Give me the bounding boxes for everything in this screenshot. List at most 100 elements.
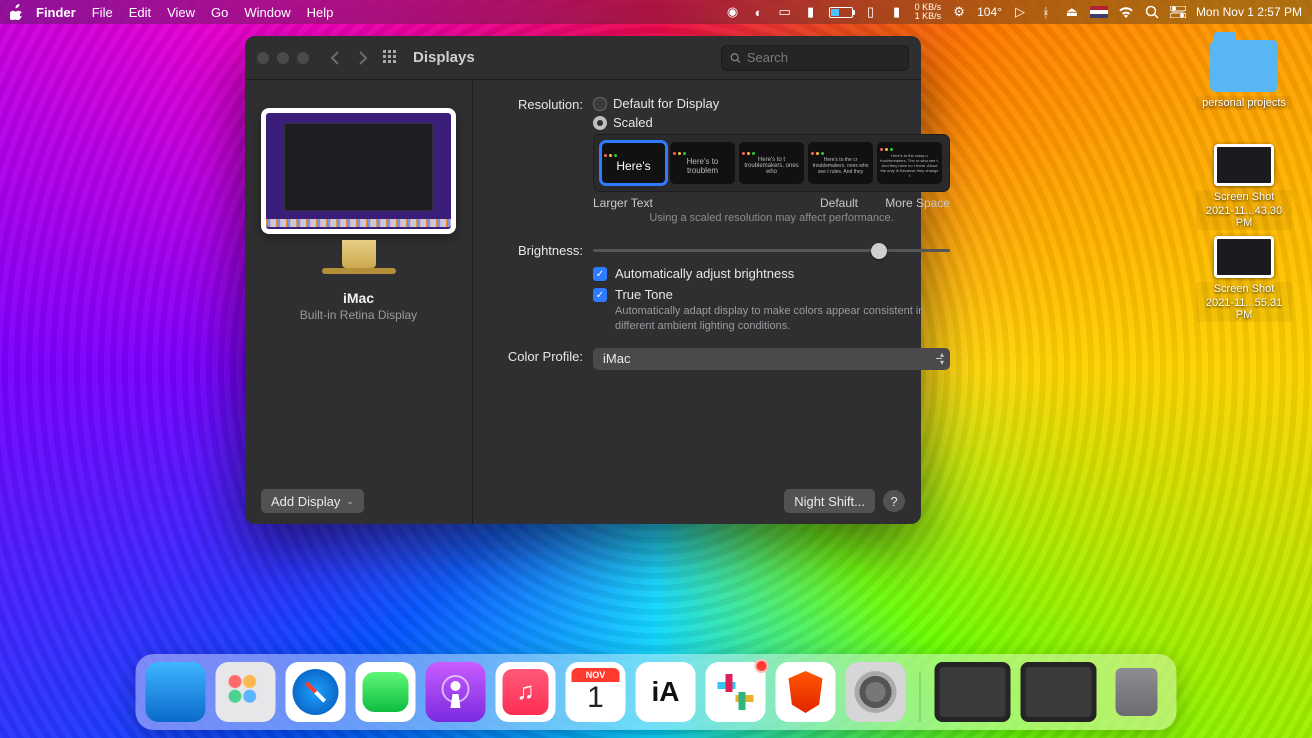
app-status-icon[interactable]: ◐	[751, 4, 767, 20]
menu-edit[interactable]: Edit	[129, 5, 151, 20]
system-preferences-window: Displays iMac Built-in Retina Display Re…	[245, 36, 921, 524]
dock-minimized-window-1[interactable]	[935, 662, 1011, 722]
apple-menu-icon[interactable]	[10, 4, 24, 20]
radio-label: Scaled	[613, 115, 653, 130]
select-value: iMac	[603, 351, 630, 366]
resolution-center-label: Default	[804, 196, 874, 210]
desktop-file-label: Screen Shot	[1196, 282, 1292, 296]
auto-brightness-checkbox[interactable]: ✓ Automatically adjust brightness	[593, 266, 950, 281]
color-profile-label: Color Profile:	[473, 348, 593, 364]
color-profile-select[interactable]: iMac ▴▾	[593, 348, 950, 370]
forward-button[interactable]	[351, 46, 375, 70]
device-subtitle: Built-in Retina Display	[300, 308, 417, 322]
menu-status-area: ◉ ◐ ▭ ▮ ▯ ▮ 0 KB/s 1 KB/s ⚙ 104° ▷ ᚼ ⏏ M…	[725, 3, 1302, 21]
resolution-scaled-radio[interactable]: Scaled	[593, 115, 950, 130]
calendar-month: NOV	[572, 668, 620, 682]
true-tone-description: Automatically adapt display to make colo…	[615, 304, 950, 334]
spotlight-icon[interactable]	[1144, 4, 1160, 20]
resolution-option-4[interactable]: Here's to the cr troublemakers. ones who…	[808, 142, 873, 184]
dock-launchpad[interactable]	[216, 662, 276, 722]
dock-messages[interactable]	[356, 662, 416, 722]
notification-badge-icon	[755, 659, 769, 673]
dock-podcasts[interactable]	[426, 662, 486, 722]
dock-separator	[920, 672, 921, 722]
window-traffic-lights	[257, 52, 309, 64]
creative-cloud-icon[interactable]: ◉	[725, 4, 741, 20]
show-all-button[interactable]	[379, 46, 403, 70]
resolution-default-radio[interactable]: Default for Display	[593, 96, 950, 111]
brightness-slider[interactable]	[593, 242, 950, 258]
dock-safari[interactable]	[286, 662, 346, 722]
fan-speed-icon[interactable]: ⚙	[951, 4, 967, 20]
disk-meter-icon[interactable]: ▯	[863, 4, 879, 20]
night-shift-button[interactable]: Night Shift...	[784, 489, 875, 513]
chevron-down-icon: ⌄	[346, 496, 354, 507]
checkbox-label: True Tone	[615, 287, 673, 302]
display-preview-pane: iMac Built-in Retina Display	[245, 80, 473, 524]
menu-clock[interactable]: Mon Nov 1 2:57 PM	[1196, 5, 1302, 19]
resolution-label: Resolution:	[473, 96, 593, 112]
menu-go[interactable]: Go	[211, 5, 228, 20]
now-playing-icon[interactable]: ▷	[1012, 4, 1028, 20]
search-icon	[730, 52, 741, 64]
screenshot-thumbnail-icon	[1214, 144, 1274, 186]
help-button[interactable]: ?	[883, 490, 905, 512]
close-button[interactable]	[257, 52, 269, 64]
control-center-icon[interactable]	[1170, 4, 1186, 20]
resolution-option-1[interactable]: Here's	[601, 142, 666, 184]
cpu-meter-icon[interactable]: ▮	[803, 4, 819, 20]
menu-help[interactable]: Help	[307, 5, 334, 20]
add-display-button[interactable]: Add Display ⌄	[261, 489, 364, 513]
desktop-folder-personal-projects[interactable]: personal projects	[1196, 40, 1292, 110]
folder-icon	[1210, 40, 1278, 92]
dock-system-preferences[interactable]	[846, 662, 906, 722]
dock-slack[interactable]	[706, 662, 766, 722]
menu-view[interactable]: View	[167, 5, 195, 20]
dock-minimized-window-2[interactable]	[1021, 662, 1097, 722]
dock-trash[interactable]	[1107, 662, 1167, 722]
window-footer: Add Display ⌄ Night Shift... ?	[245, 478, 921, 524]
menu-file[interactable]: File	[92, 5, 113, 20]
desktop-file-label: 2021-11...43.30 PM	[1196, 204, 1292, 230]
memory-meter-icon[interactable]: ▮	[889, 4, 905, 20]
screenshot-thumbnail-icon	[1214, 236, 1274, 278]
resolution-warning: Using a scaled resolution may affect per…	[593, 212, 950, 224]
radio-label: Default for Display	[613, 96, 719, 111]
resolution-option-3[interactable]: Here's to t troublemakers. ones who	[739, 142, 804, 184]
search-field[interactable]	[721, 45, 909, 71]
dock-brave[interactable]	[776, 662, 836, 722]
true-tone-checkbox[interactable]: ✓ True Tone Automatically adapt display …	[593, 287, 950, 334]
desktop-file-label: 2021-11...55.31 PM	[1196, 296, 1292, 322]
zoom-button[interactable]	[297, 52, 309, 64]
resolution-grid: Here's Here's to troublem Here's to t tr…	[593, 134, 950, 192]
search-input[interactable]	[747, 50, 900, 65]
resolution-right-label: More Space	[874, 196, 950, 210]
resolution-option-2[interactable]: Here's to troublem	[670, 142, 735, 184]
resolution-left-label: Larger Text	[593, 196, 667, 210]
minimize-button[interactable]	[277, 52, 289, 64]
dock-ia-writer[interactable]: iA	[636, 662, 696, 722]
desktop-screenshot-2[interactable]: Screen Shot 2021-11...55.31 PM	[1196, 236, 1292, 322]
device-name: iMac	[343, 290, 374, 306]
input-flag-icon[interactable]	[1090, 6, 1108, 18]
temperature-readout[interactable]: 104°	[977, 5, 1002, 19]
back-button[interactable]	[323, 46, 347, 70]
dock-finder[interactable]	[146, 662, 206, 722]
menu-window[interactable]: Window	[244, 5, 290, 20]
menu-app-name[interactable]: Finder	[36, 5, 76, 20]
window-titlebar[interactable]: Displays	[245, 36, 921, 80]
display-settings-pane: Resolution: Default for Display Scaled H…	[473, 80, 972, 524]
resolution-option-5[interactable]: Here's to the crazy o troublemakers. The…	[877, 142, 942, 184]
dock-calendar[interactable]: NOV 1	[566, 662, 626, 722]
eject-icon[interactable]: ⏏	[1064, 4, 1080, 20]
dock-music[interactable]	[496, 662, 556, 722]
chevron-updown-icon: ▴▾	[940, 351, 944, 367]
desktop-folder-label: personal projects	[1196, 96, 1292, 110]
network-speed[interactable]: 0 KB/s 1 KB/s	[915, 3, 942, 21]
wifi-icon[interactable]	[1118, 4, 1134, 20]
bluetooth-icon[interactable]: ᚼ	[1038, 4, 1054, 20]
desktop-screenshot-1[interactable]: Screen Shot 2021-11...43.30 PM	[1196, 144, 1292, 230]
brightness-label: Brightness:	[473, 242, 593, 258]
display-menu-icon[interactable]: ▭	[777, 4, 793, 20]
battery-icon[interactable]	[829, 7, 853, 18]
